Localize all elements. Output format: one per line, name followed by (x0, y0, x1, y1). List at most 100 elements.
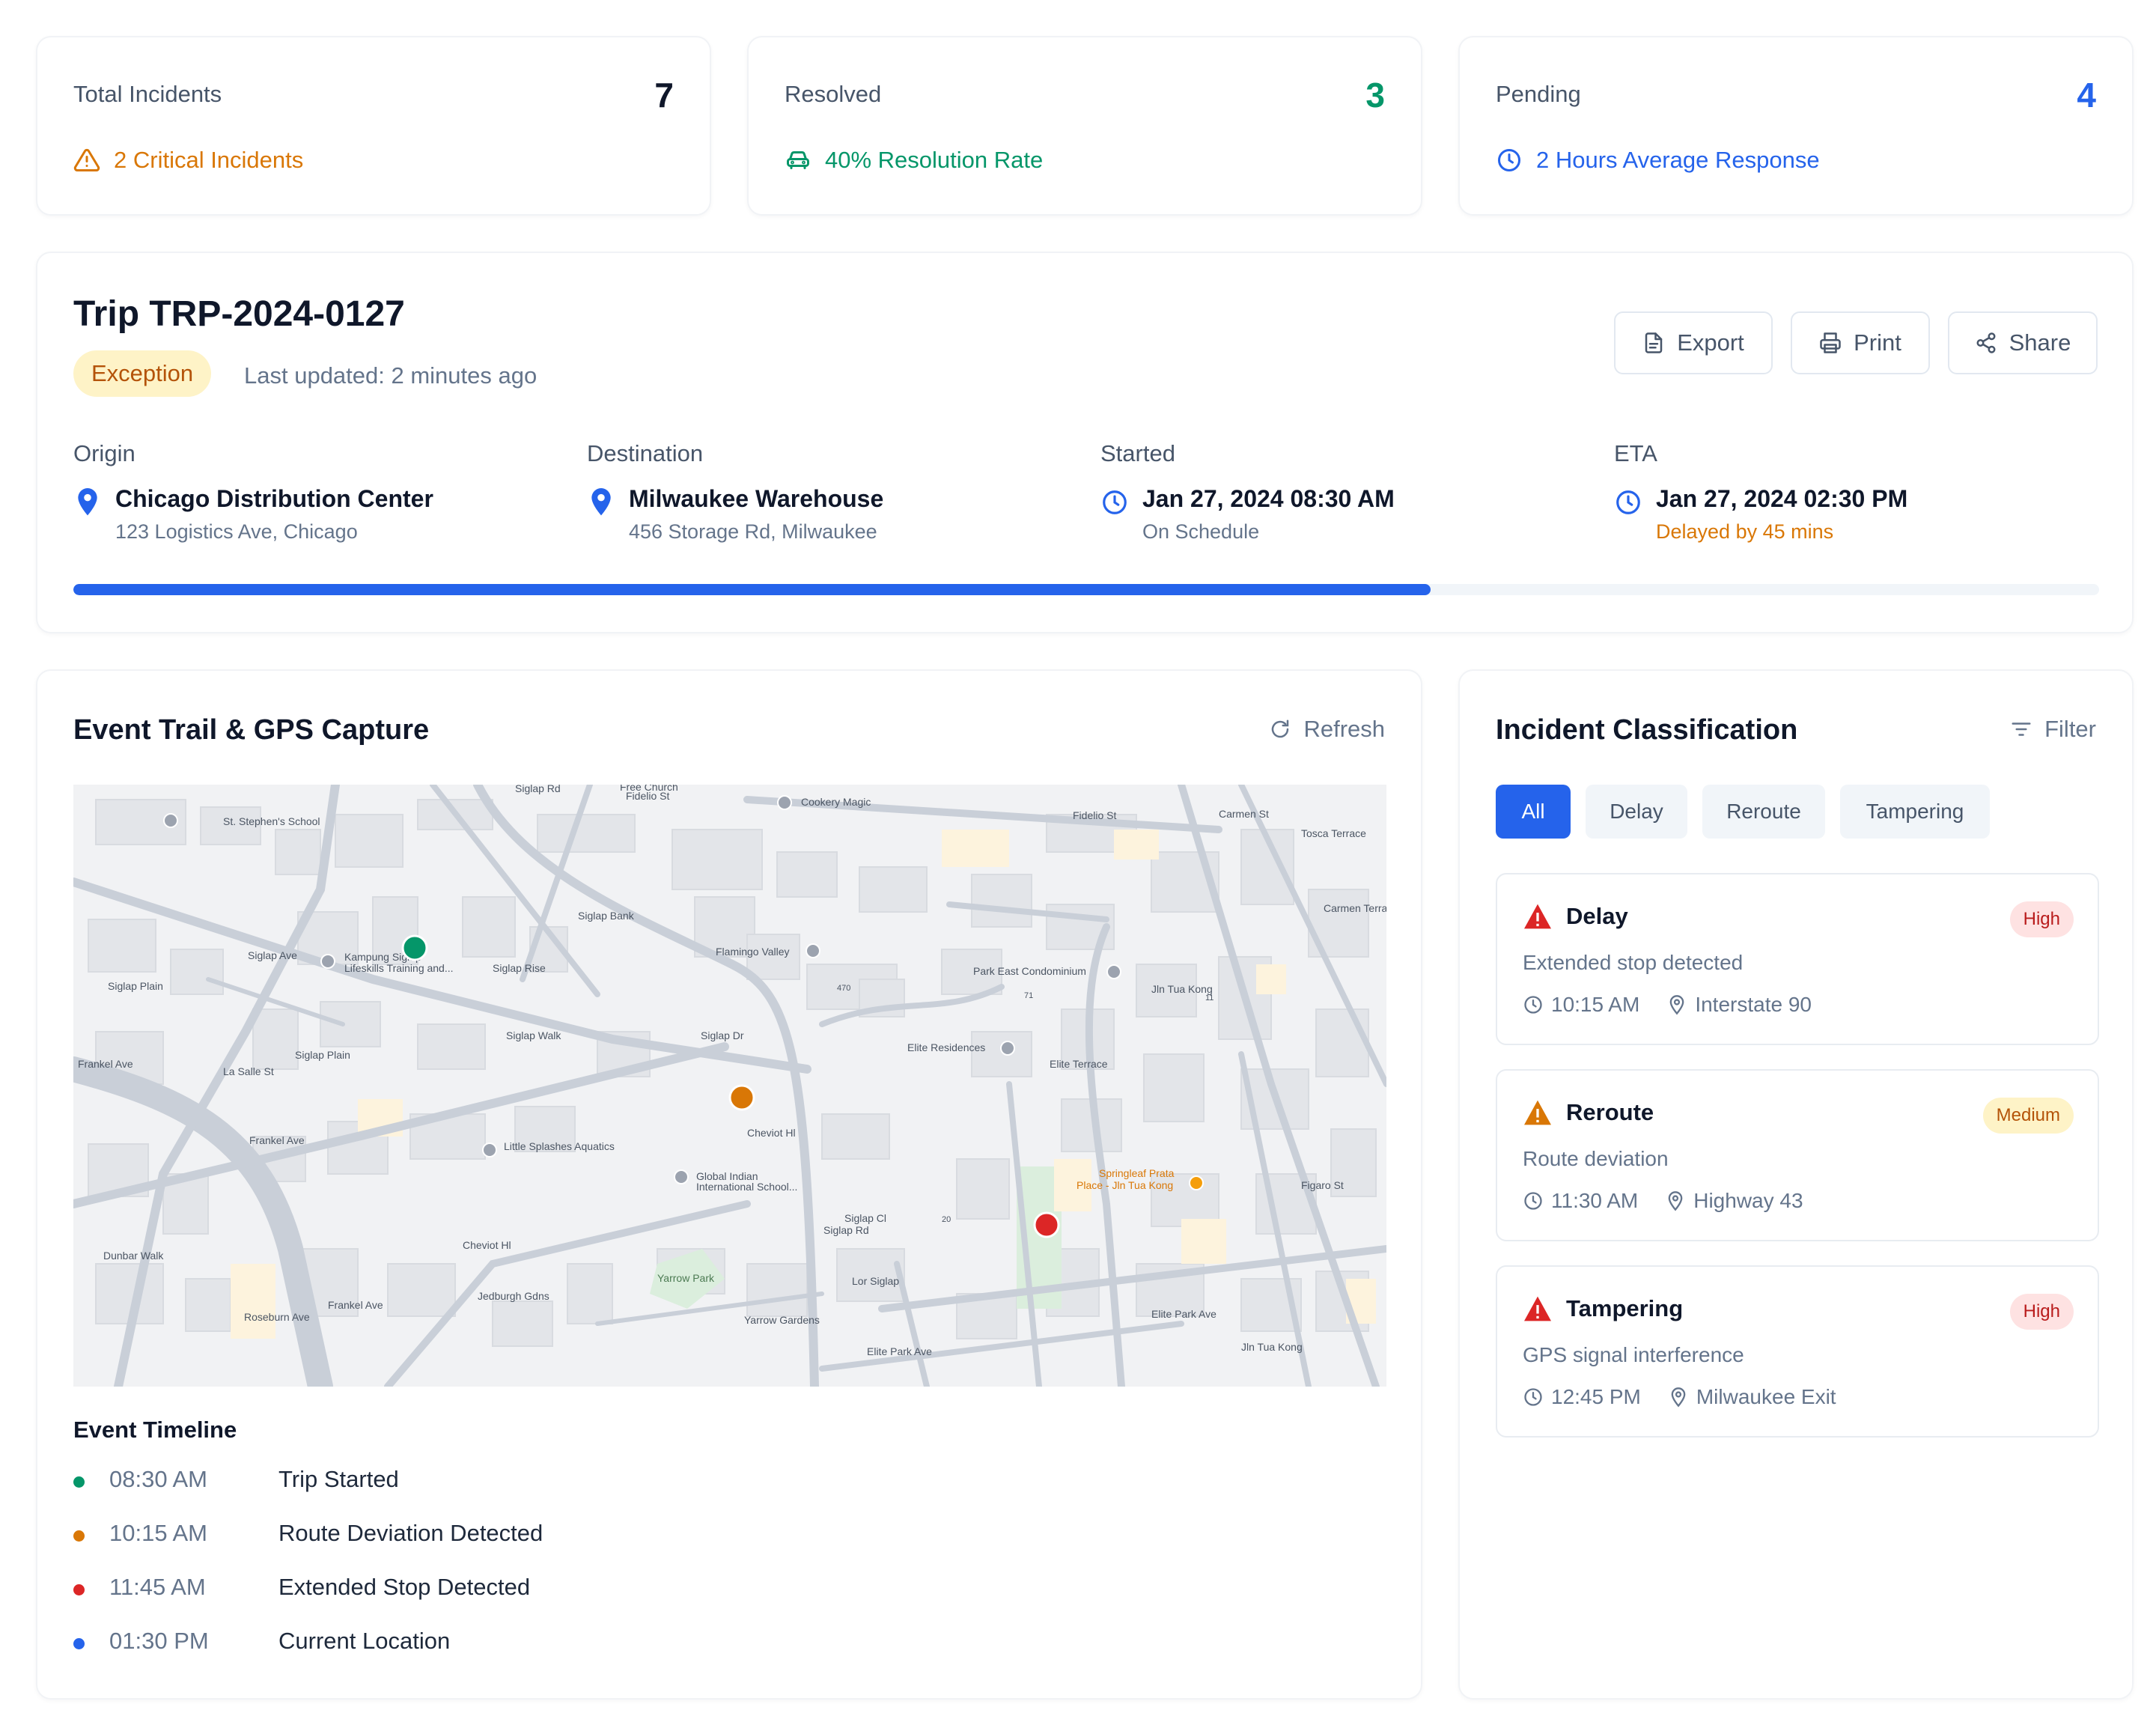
incident-time: 12:45 PM (1551, 1385, 1641, 1408)
incident-title-text: Delay (1566, 903, 1628, 929)
tab-reroute[interactable]: Reroute (1702, 785, 1825, 839)
eta-label: ETA (1614, 440, 1657, 466)
printer-icon (1819, 332, 1842, 354)
destination-label: Destination (587, 440, 704, 466)
share-label: Share (2009, 329, 2071, 356)
map-label: Siglap Ave (248, 949, 297, 961)
map-label: 20 (942, 1215, 951, 1224)
map-label: Frankel Ave (328, 1299, 383, 1311)
destination-block: Destination Milwaukee Warehouse 456 Stor… (587, 440, 1081, 544)
trip-title: Trip TRP-2024-0127 (73, 294, 405, 334)
map-label: 71 (1024, 991, 1033, 1000)
map-label: Cheviot Hl (747, 1127, 796, 1139)
refresh-button[interactable]: Refresh (1269, 716, 1385, 743)
map-label: Elite Park Ave (867, 1345, 932, 1357)
map-label: Figaro St (1301, 1179, 1344, 1191)
map-label: Frankel Ave (78, 1058, 133, 1070)
alert-triangle-icon (1523, 903, 1553, 930)
map-label: Yarrow Gardens (744, 1314, 820, 1326)
map-label: Cookery Magic (801, 796, 871, 808)
export-button[interactable]: Export (1614, 311, 1773, 374)
map-label: Carmen St (1219, 808, 1269, 820)
map-label: Park East Condominium (973, 965, 1086, 977)
started-status: On Schedule (1142, 520, 1260, 543)
incident-meta: 11:30 AM Highway 43 (1523, 1189, 1803, 1213)
kpi-card-resolved: Resolved 3 40% Resolution Rate (747, 36, 1422, 216)
status-badge: Exception (73, 350, 212, 397)
export-label: Export (1677, 329, 1744, 356)
filter-button[interactable]: Filter (2010, 716, 2096, 743)
print-button[interactable]: Print (1791, 311, 1930, 374)
map-label: St. Stephen's School (223, 815, 320, 827)
incident-location: Highway 43 (1693, 1189, 1803, 1212)
incident-card[interactable]: Tampering High GPS signal interference 1… (1496, 1265, 2099, 1438)
alert-triangle-icon (1523, 1099, 1553, 1126)
classification-title: Incident Classification (1496, 714, 1798, 746)
tab-delay[interactable]: Delay (1586, 785, 1687, 839)
origin-label: Origin (73, 440, 135, 466)
kpi-pending-label: Pending (1496, 81, 1581, 107)
eta-block: ETA Jan 27, 2024 02:30 PM Delayed by 45 … (1614, 440, 2108, 544)
map-label: 11 (1205, 994, 1213, 1003)
kpi-card-pending: Pending 4 2 Hours Average Response (1458, 36, 2134, 216)
clock-icon (1523, 994, 1544, 1015)
map-label: Siglap Rd (823, 1224, 869, 1236)
map-label: Lifeskills Training and... (344, 962, 454, 974)
map-label: Yarrow Park (657, 1272, 715, 1284)
map-label: Siglap Plain (108, 980, 163, 992)
map-label: Carmen Terrace (1324, 902, 1386, 914)
kpi-card-total: Total Incidents 7 2 Critical Incidents (36, 36, 711, 216)
timeline-dot (73, 1530, 85, 1542)
timeline-text: Trip Started (278, 1466, 399, 1492)
gps-marker-start[interactable] (401, 934, 428, 961)
incident-card[interactable]: Delay High Extended stop detected 10:15 … (1496, 873, 2099, 1045)
map-label: La Salle St (223, 1065, 274, 1077)
map-label: Fidelio St (1073, 809, 1116, 821)
incident-title: Reroute (1523, 1099, 1654, 1126)
kpi-total-sub: 2 Critical Incidents (73, 147, 303, 174)
timeline-text: Extended Stop Detected (278, 1574, 531, 1600)
event-trail-card: Event Trail & GPS Capture Refresh Free C… (36, 669, 1422, 1700)
kpi-pending-sub: 2 Hours Average Response (1496, 147, 1820, 174)
incident-meta: 10:15 AM Interstate 90 (1523, 993, 1812, 1017)
refresh-label: Refresh (1303, 716, 1385, 742)
document-icon (1642, 332, 1665, 354)
print-label: Print (1854, 329, 1901, 356)
incident-meta: 12:45 PM Milwaukee Exit (1523, 1385, 1836, 1409)
share-button[interactable]: Share (1948, 311, 2098, 374)
timeline-time: 01:30 PM (109, 1628, 209, 1654)
gps-marker-deviation[interactable] (728, 1084, 755, 1111)
timeline-item: 01:30 PM Current Location (73, 1628, 747, 1661)
gps-marker-stop[interactable] (1033, 1211, 1060, 1238)
share-icon (1975, 332, 1997, 354)
incident-description: GPS signal interference (1523, 1343, 1744, 1366)
incident-title-text: Reroute (1566, 1099, 1654, 1125)
timeline-time: 10:15 AM (109, 1520, 207, 1546)
incident-time: 11:30 AM (1551, 1189, 1639, 1212)
filter-icon (2010, 718, 2032, 740)
incident-card[interactable]: Reroute Medium Route deviation 11:30 AM … (1496, 1069, 2099, 1241)
timeline-dot (73, 1476, 85, 1488)
kpi-resolved-sub: 40% Resolution Rate (785, 147, 1043, 174)
map-label: Elite Terrace (1050, 1058, 1108, 1070)
tab-tampering[interactable]: Tampering (1840, 785, 1990, 839)
map-label: Jln Tua Kong (1241, 1341, 1303, 1353)
timeline-dot (73, 1638, 85, 1649)
map-label: Place - Jln Tua Kong (1077, 1179, 1173, 1191)
trip-progress-fill (73, 584, 1431, 595)
started-block: Started Jan 27, 2024 08:30 AM On Schedul… (1100, 440, 1595, 544)
started-value: Jan 27, 2024 08:30 AM (1142, 485, 1395, 512)
clock-icon (1523, 1387, 1544, 1408)
timeline-item: 08:30 AM Trip Started (73, 1466, 747, 1499)
map-label: Tosca Terrace (1301, 827, 1366, 839)
incident-location: Milwaukee Exit (1696, 1385, 1836, 1408)
kpi-resolved-label: Resolved (785, 81, 882, 107)
map-label: Lor Siglap (852, 1275, 899, 1287)
incident-title: Delay (1523, 903, 1628, 930)
tab-all[interactable]: All (1496, 785, 1571, 839)
gps-map[interactable]: Free Church Cookery Magic St. Stephen's … (73, 785, 1386, 1387)
kpi-total-value: 7 (654, 76, 674, 115)
map-label: Siglap Cl (844, 1212, 886, 1224)
incident-location: Interstate 90 (1695, 993, 1812, 1016)
timeline-time: 08:30 AM (109, 1466, 207, 1492)
